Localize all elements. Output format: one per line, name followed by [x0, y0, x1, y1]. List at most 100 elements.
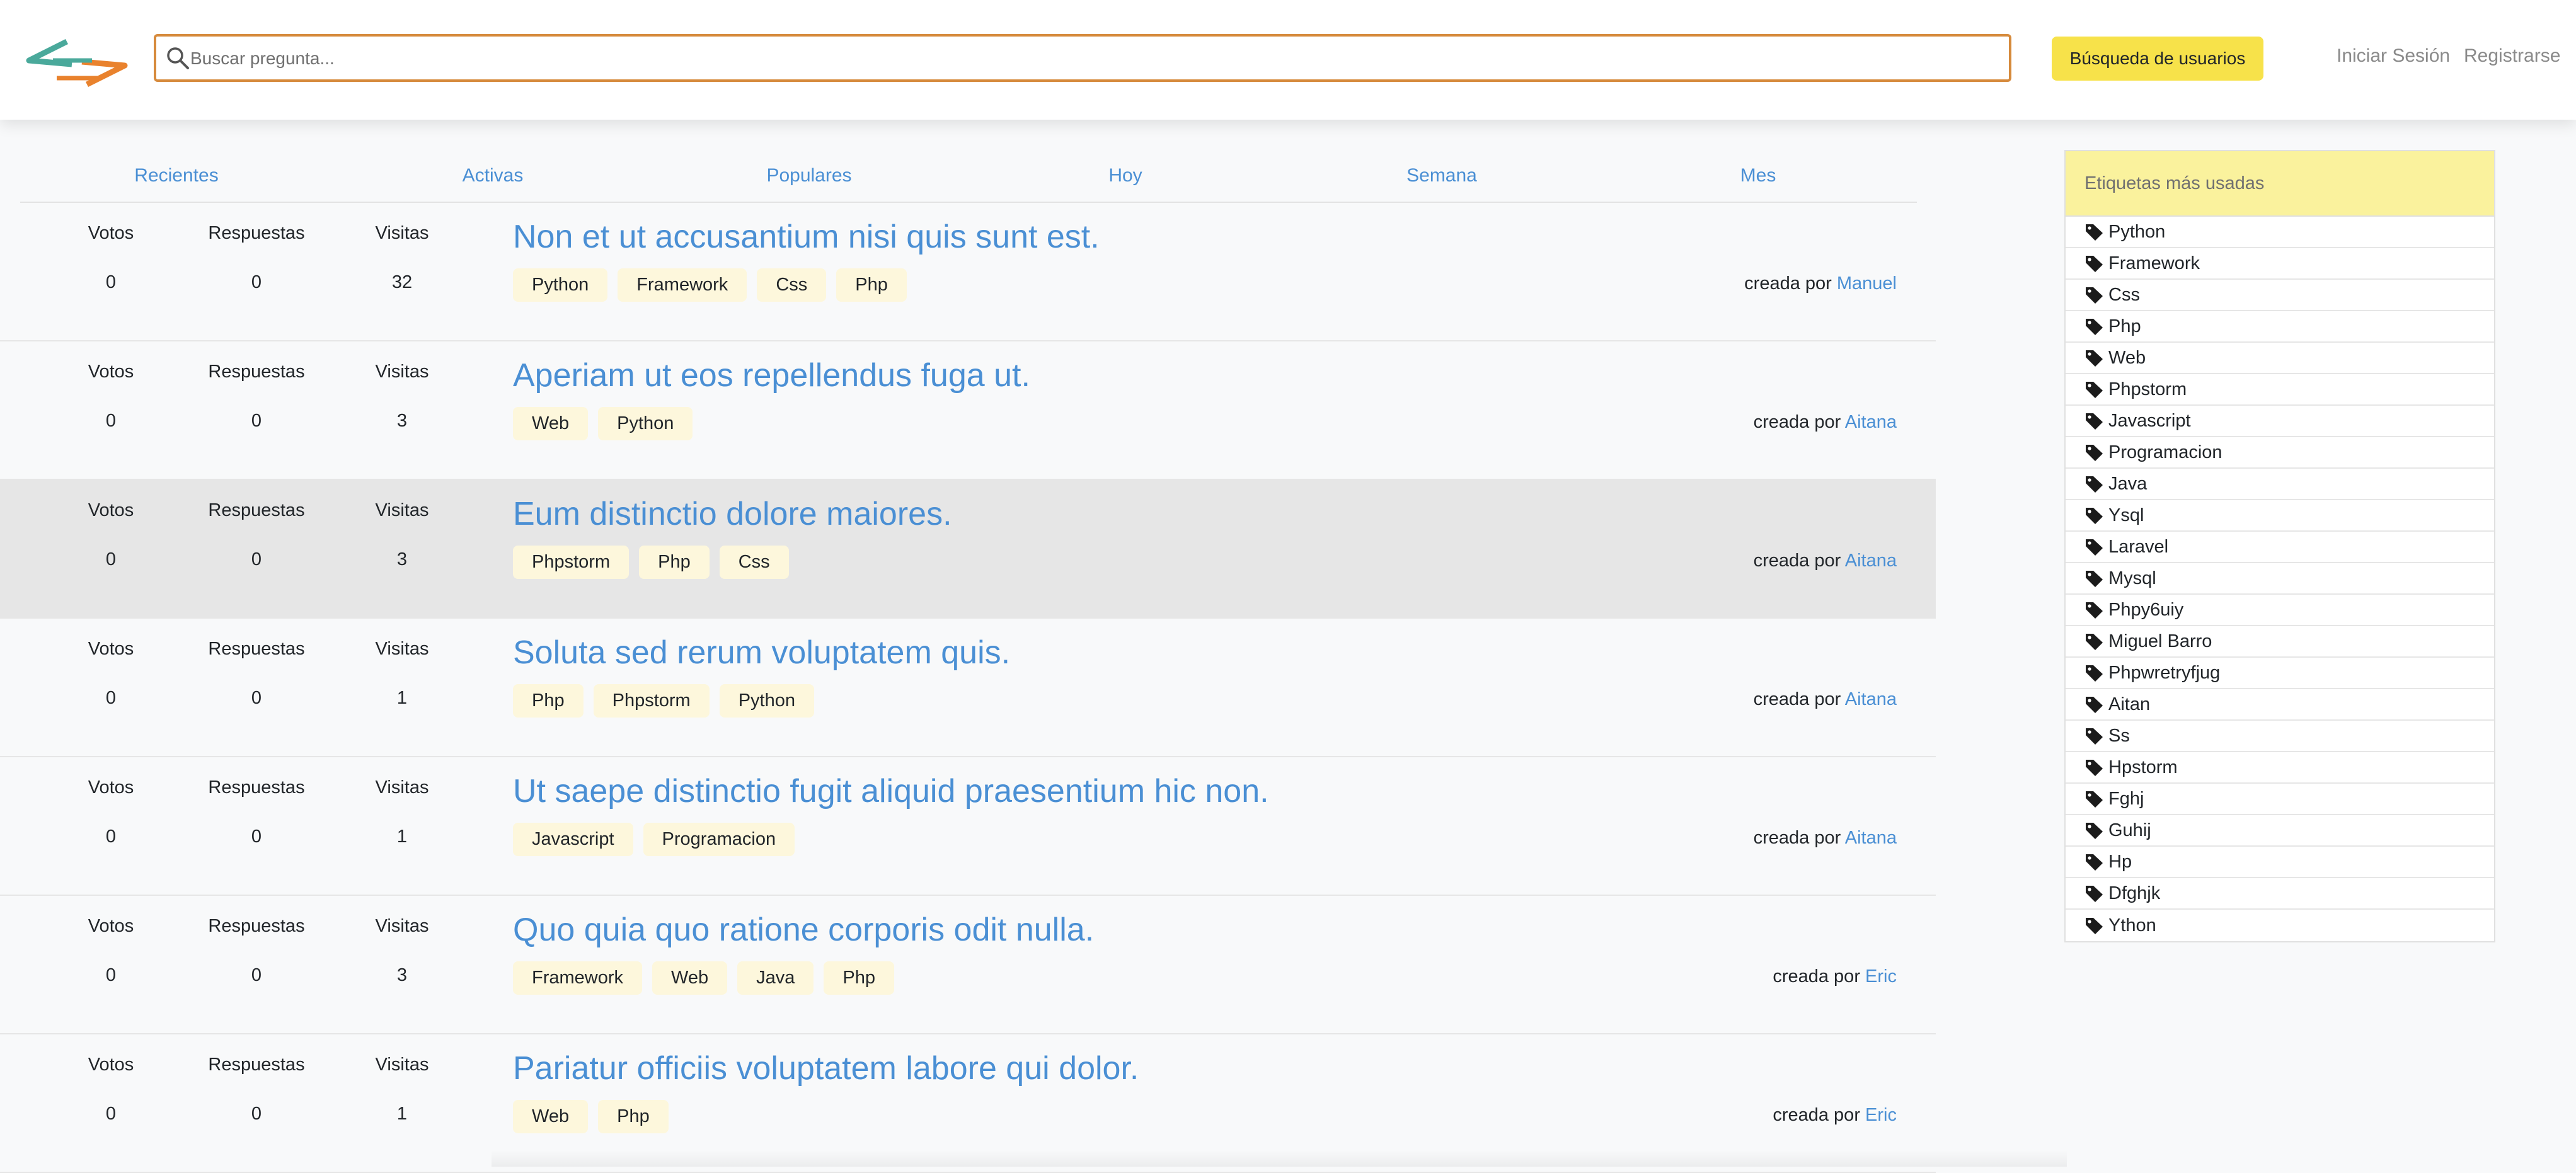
tab-week[interactable]: Semana [1406, 165, 1477, 186]
tab-active[interactable]: Activas [463, 165, 524, 186]
popular-tag-item[interactable]: Php [2066, 311, 2494, 343]
author-link[interactable]: Manuel [1837, 273, 1897, 294]
tag-badge[interactable]: Web [513, 407, 589, 440]
answers-label: Respuestas [208, 362, 305, 382]
tag-icon [2086, 728, 2103, 745]
question-author: creada por Aitana [1754, 412, 1897, 433]
tag-badge[interactable]: Php [513, 684, 584, 718]
popular-tag-item[interactable]: Hp [2066, 847, 2494, 878]
popular-tag-item[interactable]: Python [2066, 217, 2494, 248]
tab-today[interactable]: Hoy [1108, 165, 1142, 186]
question-title-link[interactable]: Ut saepe distinctio fugit aliquid praese… [513, 772, 1269, 810]
tag-badge[interactable]: Php [639, 546, 710, 579]
popular-tag-label: Ython [2108, 915, 2156, 936]
tag-badge[interactable]: Python [598, 407, 693, 440]
tag-badge[interactable]: Javascript [513, 823, 633, 856]
tag-icon [2086, 508, 2103, 524]
votes-label: Votos [88, 639, 134, 659]
votes-count: 0 [105, 549, 117, 569]
tag-badge[interactable]: Web [513, 1100, 589, 1133]
popular-tag-item[interactable]: Aitan [2066, 689, 2494, 721]
tag-badge[interactable]: Php [836, 268, 907, 302]
tag-badge[interactable]: Phpstorm [593, 684, 710, 718]
popular-tag-item[interactable]: Ss [2066, 721, 2494, 752]
tag-badge[interactable]: Php [824, 961, 894, 995]
site-logo[interactable] [21, 39, 132, 88]
author-link[interactable]: Aitana [1845, 551, 1897, 571]
question-row: Votos 0 Respuestas 0 Visitas 1 Soluta sed reru… [0, 619, 1936, 757]
author-link[interactable]: Aitana [1845, 828, 1897, 848]
popular-tag-label: Framework [2108, 253, 2200, 273]
tab-recent[interactable]: Recientes [134, 165, 218, 186]
popular-tag-item[interactable]: Web [2066, 343, 2494, 374]
author-link[interactable]: Aitana [1845, 412, 1897, 432]
tag-badge[interactable]: Css [719, 546, 789, 579]
question-tags: Web Python [513, 407, 693, 440]
tag-icon [2086, 760, 2103, 776]
tag-icon [2086, 445, 2103, 461]
visits-label: Visitas [375, 777, 429, 798]
tag-badge[interactable]: Programacion [643, 823, 795, 856]
votes-count: 0 [105, 688, 117, 708]
popular-tag-item[interactable]: Phpstorm [2066, 374, 2494, 406]
votes-label: Votos [88, 916, 134, 936]
answers-label: Respuestas [208, 777, 305, 798]
tag-badge[interactable]: Css [757, 268, 827, 302]
popular-tag-item[interactable]: Dfghjk [2066, 878, 2494, 910]
login-link[interactable]: Iniciar Sesión [2337, 45, 2450, 67]
popular-tag-label: Laravel [2108, 536, 2169, 557]
popular-tag-label: Css [2108, 284, 2140, 305]
question-title-link[interactable]: Eum distinctio dolore maiores. [513, 495, 952, 533]
tag-badge[interactable]: Web [652, 961, 728, 995]
popular-tags-title: Etiquetas más usadas [2066, 151, 2494, 217]
popular-tag-item[interactable]: Laravel [2066, 532, 2494, 563]
tag-badge[interactable]: Php [598, 1100, 669, 1133]
question-title-link[interactable]: Pariatur officiis voluptatem labore qui … [513, 1050, 1139, 1087]
popular-tag-item[interactable]: Ysql [2066, 500, 2494, 532]
votes-count: 0 [105, 272, 117, 292]
tag-badge[interactable]: Python [719, 684, 815, 718]
question-author: creada por Aitana [1754, 689, 1897, 710]
author-link[interactable]: Eric [1865, 1105, 1897, 1125]
visits-count: 3 [396, 549, 408, 569]
popular-tag-item[interactable]: Programacion [2066, 437, 2494, 469]
tag-badge[interactable]: Framework [618, 268, 747, 302]
question-title-link[interactable]: Soluta sed rerum voluptatem quis. [513, 634, 1010, 672]
popular-tag-item[interactable]: Ython [2066, 910, 2494, 941]
tag-badge[interactable]: Phpstorm [513, 546, 630, 579]
popular-tag-item[interactable]: Framework [2066, 248, 2494, 280]
popular-tag-item[interactable]: Javascript [2066, 406, 2494, 437]
popular-tag-item[interactable]: Fghj [2066, 784, 2494, 815]
author-link[interactable]: Aitana [1845, 689, 1897, 709]
question-title-link[interactable]: Quo quia quo ratione corporis odit nulla… [513, 911, 1094, 949]
popular-tag-item[interactable]: Phpy6uiy [2066, 595, 2494, 626]
user-search-button[interactable]: Búsqueda de usuarios [2052, 37, 2263, 81]
tab-month[interactable]: Mes [1740, 165, 1776, 186]
popular-tag-item[interactable]: Guhij [2066, 815, 2494, 847]
popular-tag-item[interactable]: Mysql [2066, 563, 2494, 595]
question-author: creada por Aitana [1754, 828, 1897, 849]
popular-tag-item[interactable]: Hpstorm [2066, 752, 2494, 784]
question-title-link[interactable]: Non et ut accusantium nisi quis sunt est… [513, 218, 1100, 256]
visits-label: Visitas [375, 639, 429, 659]
tag-badge[interactable]: Framework [513, 961, 643, 995]
tag-icon [2086, 602, 2103, 619]
tab-popular[interactable]: Populares [766, 165, 851, 186]
visits-label: Visitas [375, 1055, 429, 1075]
popular-tag-item[interactable]: Miguel Barro [2066, 626, 2494, 658]
tag-badge[interactable]: Java [737, 961, 814, 995]
search-input[interactable] [189, 37, 2000, 81]
popular-tag-item[interactable]: Java [2066, 469, 2494, 500]
popular-tag-label: Programacion [2108, 442, 2222, 462]
popular-tag-label: Php [2108, 316, 2141, 336]
question-tags: Framework Web Java Php [513, 961, 894, 995]
question-title-link[interactable]: Aperiam ut eos repellendus fuga ut. [513, 357, 1030, 394]
answers-count: 0 [251, 688, 262, 708]
popular-tag-item[interactable]: Phpwretryfjug [2066, 658, 2494, 689]
register-link[interactable]: Registrarse [2464, 45, 2560, 67]
votes-count: 0 [105, 827, 117, 847]
popular-tag-item[interactable]: Css [2066, 280, 2494, 311]
popular-tag-label: Ss [2108, 725, 2130, 746]
tag-badge[interactable]: Python [513, 268, 608, 302]
author-link[interactable]: Eric [1865, 966, 1897, 987]
